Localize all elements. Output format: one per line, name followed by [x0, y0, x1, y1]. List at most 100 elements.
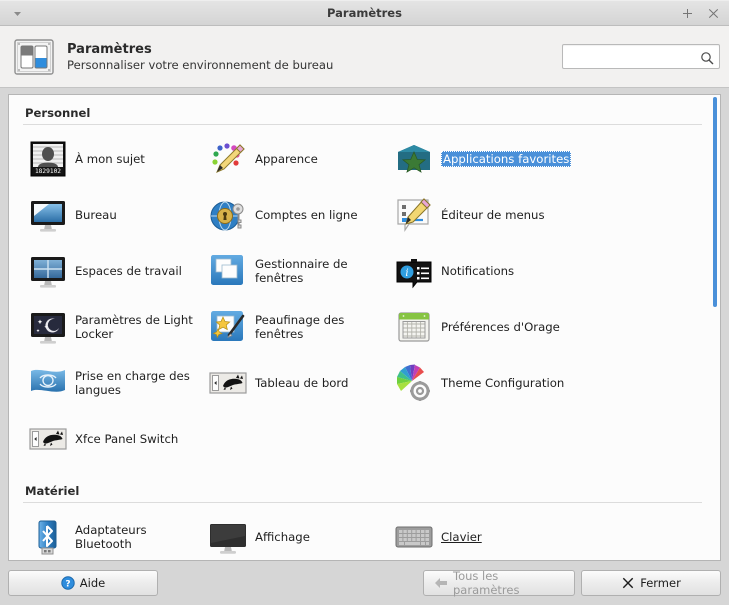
setting-item-about-me[interactable]: 1829102 À mon sujet [21, 131, 201, 187]
setting-item-online-accounts[interactable]: Comptes en ligne [201, 187, 387, 243]
bottom-button-bar: ? Aide Tous les paramètres Fermer [0, 565, 729, 605]
setting-item-label: Prise en charge des langues [75, 369, 195, 398]
maximize-button[interactable] [681, 7, 694, 20]
setting-item-label: Préférences d'Orage [441, 320, 560, 334]
window-controls [681, 7, 720, 20]
setting-item-orage[interactable]: Préférences d'Orage [387, 299, 702, 355]
close-button[interactable] [707, 7, 720, 20]
settings-content: Personnel [9, 95, 720, 560]
orage-icon [393, 306, 435, 348]
svg-text:i: i [405, 268, 408, 279]
setting-item-label: À mon sujet [75, 152, 145, 166]
scrollbar-thumb[interactable] [713, 97, 717, 307]
light-locker-icon [27, 306, 69, 348]
setting-item-label: Clavier [441, 530, 482, 544]
chevron-down-icon [12, 4, 23, 23]
page-title: Paramètres [67, 42, 333, 57]
header-texts: Paramètres Personnaliser votre environne… [67, 42, 333, 72]
window-tweaks-icon [207, 306, 249, 348]
close-icon [708, 4, 719, 23]
about-me-icon: 1829102 [27, 138, 69, 180]
settings-manager-window: Paramètres [0, 0, 729, 605]
help-button-label: Aide [80, 576, 105, 590]
maximize-icon [682, 4, 693, 23]
setting-item-label: Paramètres de Light Locker [75, 313, 195, 342]
setting-item-label: Applications favorites [441, 151, 571, 167]
section-title-materiel: Matériel [21, 481, 702, 502]
settings-grid-materiel: Adaptateurs Bluetooth Affichage [21, 509, 702, 560]
help-icon: ? [61, 576, 75, 590]
close-x-icon [621, 576, 635, 590]
setting-item-favorite-applications[interactable]: Applications favorites [387, 131, 702, 187]
svg-text:?: ? [65, 579, 70, 589]
settings-grid-personnel: 1829102 À mon sujet [21, 131, 702, 467]
setting-item-desktop[interactable]: Bureau [21, 187, 201, 243]
settings-manager-icon [11, 34, 57, 80]
setting-item-display[interactable]: Affichage [201, 509, 387, 560]
setting-item-label: Gestionnaire de fenêtres [255, 257, 375, 286]
appearance-icon [207, 138, 249, 180]
header-banner: Paramètres Personnaliser votre environne… [0, 26, 729, 88]
window-menu-button[interactable] [4, 0, 30, 26]
workspaces-icon [27, 250, 69, 292]
window-title: Paramètres [0, 6, 729, 20]
setting-item-panel[interactable]: Tableau de bord [201, 355, 387, 411]
setting-item-label: Apparence [255, 152, 318, 166]
setting-item-label: Comptes en ligne [255, 208, 358, 222]
setting-item-label: Adaptateurs Bluetooth [75, 523, 195, 552]
section-title-personnel: Personnel [21, 103, 702, 124]
section-divider [23, 502, 702, 503]
setting-item-language-support[interactable]: Prise en charge des langues [21, 355, 201, 411]
panel-icon [207, 362, 249, 404]
window-manager-icon [207, 250, 249, 292]
panel-switch-icon [27, 418, 69, 460]
search-input[interactable] [569, 50, 700, 64]
all-settings-button-label: Tous les paramètres [453, 569, 564, 597]
setting-item-label: Bureau [75, 208, 117, 222]
setting-item-panel-switch[interactable]: Xfce Panel Switch [21, 411, 201, 467]
title-bar: Paramètres [0, 0, 729, 26]
setting-item-label: Espaces de travail [75, 264, 182, 278]
setting-item-label: Tableau de bord [255, 376, 348, 390]
section-materiel: Matériel [21, 481, 702, 560]
setting-item-label: Notifications [441, 264, 514, 278]
setting-item-light-locker[interactable]: Paramètres de Light Locker [21, 299, 201, 355]
setting-item-workspaces[interactable]: Espaces de travail [21, 243, 201, 299]
language-support-icon [27, 362, 69, 404]
setting-item-label: Xfce Panel Switch [75, 432, 178, 446]
vertical-scrollbar[interactable] [711, 97, 718, 558]
close-dialog-button[interactable]: Fermer [581, 570, 721, 596]
online-accounts-icon [207, 194, 249, 236]
setting-item-label: Peaufinage des fenêtres [255, 313, 375, 342]
setting-item-keyboard[interactable]: Clavier [387, 509, 702, 560]
setting-item-label: Éditeur de menus [441, 208, 545, 222]
setting-item-label: Affichage [255, 530, 310, 544]
about-me-badge: 1829102 [35, 168, 61, 175]
settings-scroll-area: Personnel [8, 94, 721, 561]
display-icon [207, 516, 249, 558]
theme-configuration-icon [393, 362, 435, 404]
menu-editor-icon [393, 194, 435, 236]
setting-item-bluetooth-adapters[interactable]: Adaptateurs Bluetooth [21, 509, 201, 560]
section-personnel: Personnel [21, 103, 702, 467]
page-subtitle: Personnaliser votre environnement de bur… [67, 58, 333, 72]
back-arrow-icon [434, 576, 448, 590]
setting-item-menu-editor[interactable]: Éditeur de menus [387, 187, 702, 243]
help-button[interactable]: ? Aide [8, 570, 158, 596]
all-settings-button[interactable]: Tous les paramètres [423, 570, 575, 596]
setting-item-theme-configuration[interactable]: Theme Configuration [387, 355, 702, 411]
section-divider [23, 124, 702, 125]
setting-item-appearance[interactable]: Apparence [201, 131, 387, 187]
keyboard-icon [393, 516, 435, 558]
favorite-applications-icon [393, 138, 435, 180]
bluetooth-icon [27, 516, 69, 558]
notifications-icon: i [393, 250, 435, 292]
search-box[interactable] [562, 44, 720, 69]
close-dialog-button-label: Fermer [640, 576, 681, 590]
setting-item-notifications[interactable]: i Notifications [387, 243, 702, 299]
search-icon[interactable] [700, 50, 714, 64]
desktop-icon [27, 194, 69, 236]
setting-item-window-manager[interactable]: Gestionnaire de fenêtres [201, 243, 387, 299]
setting-item-window-tweaks[interactable]: Peaufinage des fenêtres [201, 299, 387, 355]
setting-item-label: Theme Configuration [441, 376, 564, 390]
